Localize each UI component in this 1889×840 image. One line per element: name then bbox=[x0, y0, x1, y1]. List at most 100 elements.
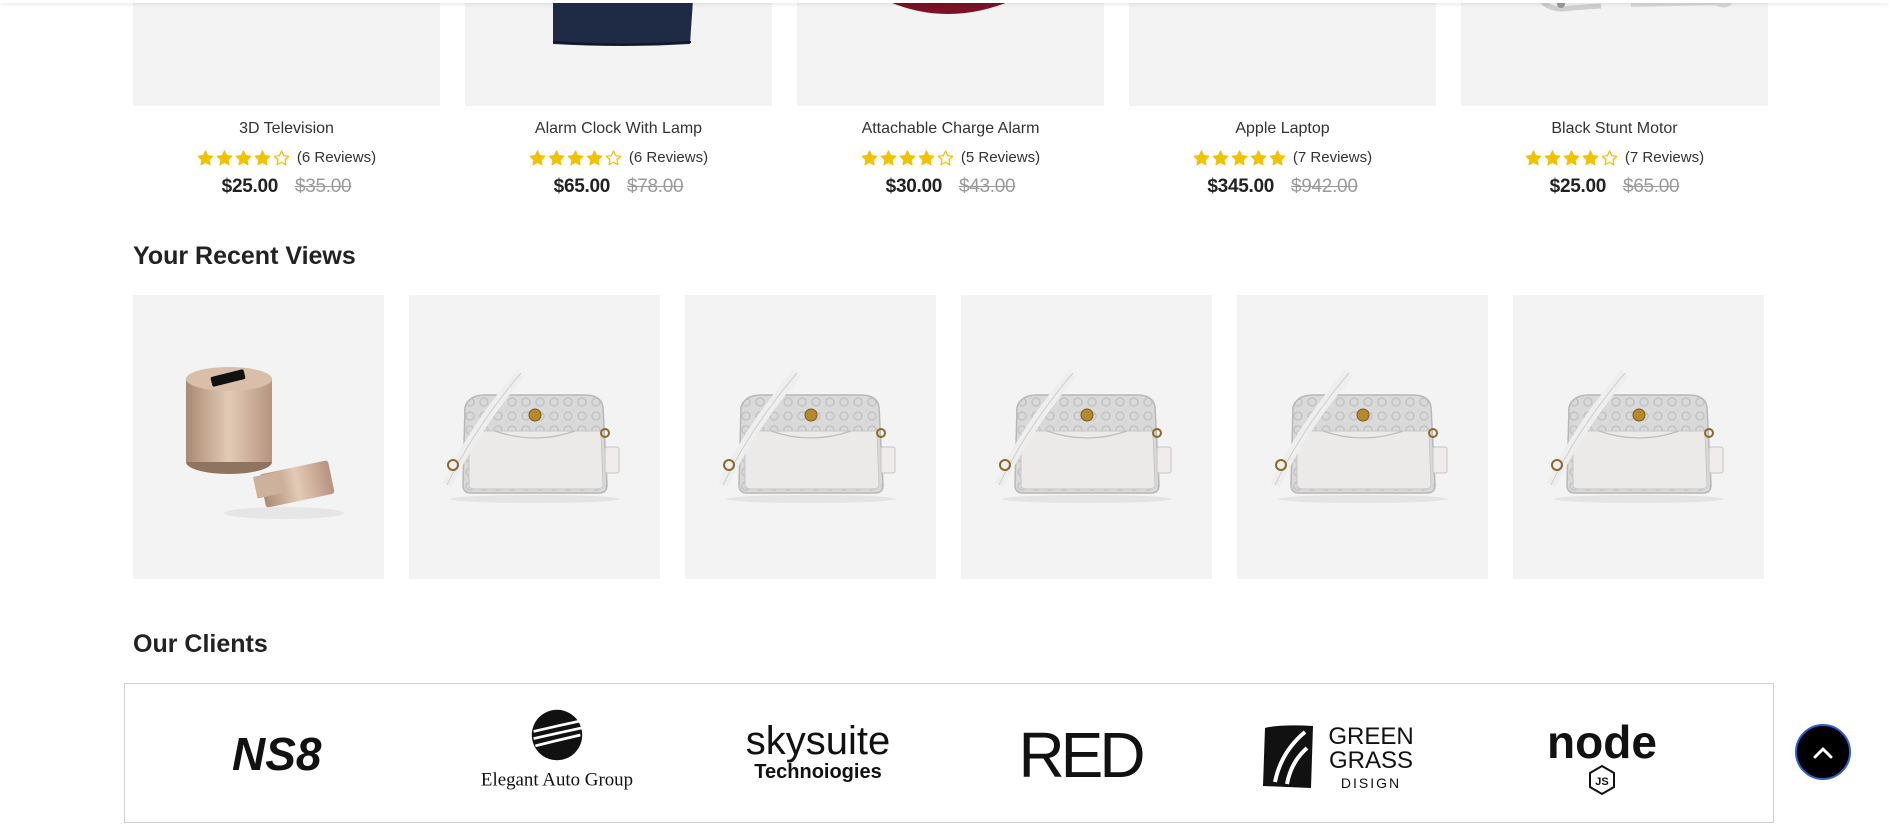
svg-text:JS: JS bbox=[1596, 776, 1609, 788]
product-rating: (6 Reviews) bbox=[465, 149, 772, 166]
review-count: (7 Reviews) bbox=[1292, 149, 1373, 166]
handbag-image bbox=[1269, 369, 1448, 503]
original-price: $35.00 bbox=[295, 176, 352, 197]
svg-text:Elegant Auto Group: Elegant Auto Group bbox=[481, 769, 633, 790]
star-filled-icon bbox=[1269, 149, 1286, 166]
star-filled-icon bbox=[1212, 149, 1229, 166]
star-filled-icon bbox=[861, 149, 878, 166]
recent-view-card[interactable] bbox=[409, 295, 660, 579]
original-price: $43.00 bbox=[959, 176, 1016, 197]
back-to-top-button[interactable] bbox=[1778, 724, 1868, 780]
star-rating bbox=[1193, 149, 1286, 166]
clients-title: Our Clients bbox=[133, 630, 268, 658]
header-shadow bbox=[0, 0, 1889, 3]
review-count: (7 Reviews) bbox=[1624, 149, 1705, 166]
star-filled-icon bbox=[1563, 149, 1580, 166]
product-name[interactable]: Alarm Clock With Lamp bbox=[465, 120, 772, 138]
recent-view-card[interactable] bbox=[1237, 295, 1488, 579]
star-filled-icon bbox=[548, 149, 565, 166]
sale-price: $345.00 bbox=[1207, 176, 1274, 197]
chevron-up-icon bbox=[1813, 747, 1833, 759]
handbag-image bbox=[1545, 369, 1724, 503]
star-filled-icon bbox=[235, 149, 252, 166]
svg-text:RED: RED bbox=[1018, 719, 1143, 791]
star-rating bbox=[197, 149, 290, 166]
review-count: (6 Reviews) bbox=[296, 149, 377, 166]
star-filled-icon bbox=[216, 149, 233, 166]
node-js-logo[interactable]: node JS bbox=[1512, 703, 1692, 803]
product-grid: 3D Television (6 Reviews) $25.00 $35.00 … bbox=[133, 0, 1768, 210]
recent-views-list bbox=[133, 295, 1764, 579]
svg-text:skysuite: skysuite bbox=[746, 719, 891, 763]
svg-text:Technoiogies: Technoiogies bbox=[755, 761, 882, 783]
product-image[interactable] bbox=[1129, 0, 1436, 106]
price-row: $345.00 $942.00 bbox=[1129, 176, 1436, 198]
skysuite-logo[interactable]: skysuite Technoiogies bbox=[728, 703, 908, 803]
elegant-auto-group-logo[interactable]: Elegant Auto Group bbox=[467, 703, 647, 803]
nso-logo[interactable]: NS8 bbox=[206, 703, 386, 803]
svg-text:GREEN: GREEN bbox=[1328, 723, 1413, 750]
star-empty-icon bbox=[273, 149, 290, 166]
sale-price: $25.00 bbox=[221, 176, 279, 197]
svg-text:DISIGN: DISIGN bbox=[1341, 775, 1401, 791]
product-name[interactable]: 3D Television bbox=[133, 120, 440, 138]
navy-garment-image[interactable] bbox=[465, 0, 772, 106]
sale-price: $65.00 bbox=[553, 176, 611, 197]
original-price: $942.00 bbox=[1291, 176, 1358, 197]
green-grass-logo[interactable]: GREEN GRASS DISIGN bbox=[1251, 703, 1431, 803]
star-filled-icon bbox=[1582, 149, 1599, 166]
svg-text:node: node bbox=[1547, 716, 1657, 768]
original-price: $78.00 bbox=[627, 176, 684, 197]
svg-text:GRASS: GRASS bbox=[1329, 747, 1413, 774]
usb-drive-image bbox=[185, 367, 344, 519]
product-card[interactable]: Black Stunt Motor (7 Reviews) $25.00 $65… bbox=[1461, 0, 1768, 210]
star-filled-icon bbox=[197, 149, 214, 166]
product-name[interactable]: Black Stunt Motor bbox=[1461, 120, 1768, 138]
product-rating: (7 Reviews) bbox=[1129, 149, 1436, 166]
star-filled-icon bbox=[899, 149, 916, 166]
price-row: $25.00 $35.00 bbox=[133, 176, 440, 198]
handbag-image bbox=[441, 369, 620, 503]
red-item-image[interactable] bbox=[797, 0, 1104, 106]
product-rating: (6 Reviews) bbox=[133, 149, 440, 166]
star-filled-icon bbox=[1525, 149, 1542, 166]
star-filled-icon bbox=[1193, 149, 1210, 166]
price-row: $65.00 $78.00 bbox=[465, 176, 772, 198]
handbag-image bbox=[717, 369, 896, 503]
star-filled-icon bbox=[1231, 149, 1248, 166]
star-filled-icon bbox=[529, 149, 546, 166]
svg-text:NS8: NS8 bbox=[232, 728, 322, 780]
product-card[interactable]: 3D Television (6 Reviews) $25.00 $35.00 bbox=[133, 0, 440, 210]
star-filled-icon bbox=[567, 149, 584, 166]
star-empty-icon bbox=[1601, 149, 1618, 166]
product-card[interactable]: Apple Laptop (7 Reviews) $345.00 $942.00 bbox=[1129, 0, 1436, 210]
recent-views-title: Your Recent Views bbox=[133, 242, 356, 270]
sale-price: $30.00 bbox=[885, 176, 943, 197]
product-name[interactable]: Apple Laptop bbox=[1129, 120, 1436, 138]
recent-view-card[interactable] bbox=[685, 295, 936, 579]
product-card[interactable]: Attachable Charge Alarm (5 Reviews) $30.… bbox=[797, 0, 1104, 210]
recent-view-card[interactable] bbox=[1513, 295, 1764, 579]
product-card[interactable]: Alarm Clock With Lamp (6 Reviews) $65.00… bbox=[465, 0, 772, 210]
price-row: $30.00 $43.00 bbox=[797, 176, 1104, 198]
star-rating bbox=[1525, 149, 1618, 166]
price-row: $25.00 $65.00 bbox=[1461, 176, 1768, 198]
product-image[interactable] bbox=[133, 0, 440, 106]
review-count: (6 Reviews) bbox=[628, 149, 709, 166]
product-rating: (7 Reviews) bbox=[1461, 149, 1768, 166]
star-filled-icon bbox=[586, 149, 603, 166]
recent-view-card[interactable] bbox=[133, 295, 384, 579]
sale-price: $25.00 bbox=[1549, 176, 1607, 197]
original-price: $65.00 bbox=[1623, 176, 1680, 197]
handbag-image bbox=[993, 369, 1172, 503]
star-rating bbox=[529, 149, 622, 166]
star-rating bbox=[861, 149, 954, 166]
product-name[interactable]: Attachable Charge Alarm bbox=[797, 120, 1104, 138]
white-item-image[interactable] bbox=[1461, 0, 1768, 106]
star-filled-icon bbox=[1544, 149, 1561, 166]
star-filled-icon bbox=[918, 149, 935, 166]
red-logo[interactable]: RED bbox=[990, 703, 1170, 803]
back-to-top-circle[interactable] bbox=[1795, 724, 1851, 780]
recent-view-card[interactable] bbox=[961, 295, 1212, 579]
clients-logo-strip: NS8 Elegant Auto Group skysuite Technoio… bbox=[124, 683, 1774, 823]
